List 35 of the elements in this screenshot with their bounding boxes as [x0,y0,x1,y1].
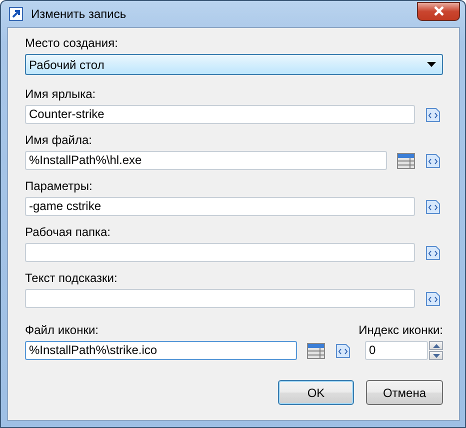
field-label: Текст подсказки: [25,271,118,286]
dialog-button[interactable]: Отмена [366,380,443,405]
spin-up-button[interactable] [429,341,443,350]
input-field[interactable]: %InstallPath%\strike.ico [25,341,297,360]
variable-icon[interactable] [425,152,441,168]
close-icon [432,6,444,16]
dropdown-arrow-icon [427,62,436,67]
variable-icon[interactable] [425,244,441,260]
input-field[interactable] [25,243,415,262]
variable-icon[interactable] [425,290,441,306]
variable-icon[interactable] [425,198,441,214]
close-button[interactable] [417,2,460,20]
field-label: Имя ярлыка: [25,87,97,102]
down-arrow-icon [432,354,440,358]
input-field[interactable]: Counter-strike [25,105,415,124]
field-label: Индекс иконки: [358,323,443,338]
variable-icon[interactable] [335,342,351,358]
location-dropdown[interactable]: Рабочий стол [25,54,443,75]
input-field[interactable]: -game cstrike [25,197,415,216]
browse-icon[interactable] [307,342,325,358]
variable-icon[interactable] [425,106,441,122]
spin-down-button[interactable] [429,351,443,360]
window-title: Изменить запись [31,7,126,21]
field-label: Параметры: [25,179,94,194]
browse-icon[interactable] [397,152,415,168]
shortcut-icon [9,7,23,21]
field-label: Место создания: [25,36,119,51]
field-label: Рабочая папка: [25,225,112,240]
up-arrow-icon [432,344,440,348]
field-label: Имя файла: [25,133,93,148]
index-field[interactable]: 0 [365,341,428,360]
field-label: Файл иконки: [25,323,100,338]
dialog-button[interactable]: OK [278,380,354,405]
input-field[interactable] [25,289,415,308]
input-field[interactable]: %InstallPath%\hl.exe [25,151,387,170]
